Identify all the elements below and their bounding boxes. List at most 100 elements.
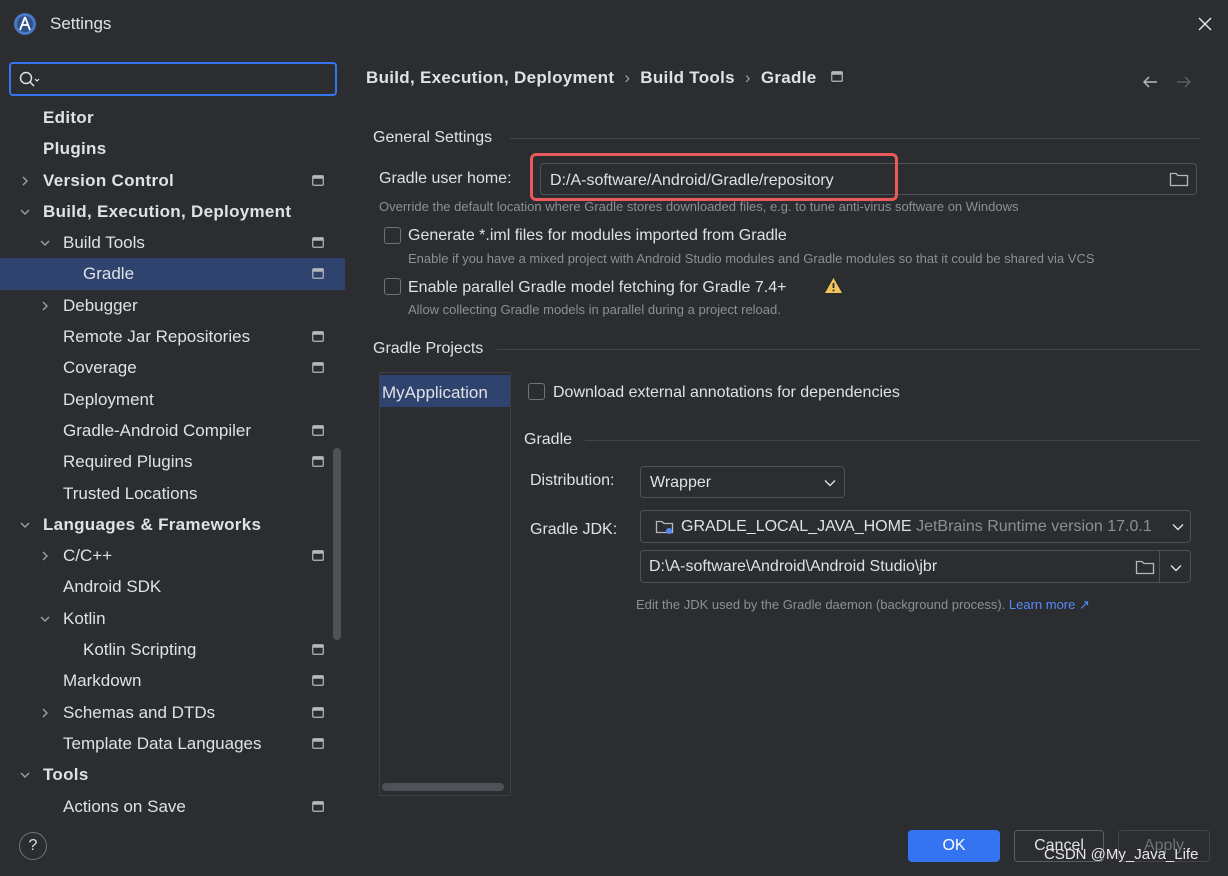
dialog-footer: ? OK Cancel Apply CSDN @My_Java_Life (0, 820, 1228, 876)
sidebar-item-gradle[interactable]: Gradle (0, 258, 345, 290)
sidebar-scrollbar[interactable] (333, 448, 341, 640)
sidebar-item-tools[interactable]: Tools (0, 759, 345, 790)
sidebar-item-schemas-dtds[interactable]: Schemas and DTDs (0, 697, 345, 728)
ok-button[interactable]: OK (908, 830, 1000, 862)
sidebar-item-label: Schemas and DTDs (63, 702, 216, 722)
distribution-label: Distribution: (530, 472, 615, 489)
breadcrumb-item[interactable]: Build Tools (640, 68, 735, 88)
gradle-jdk-dropdown[interactable]: GRADLE_LOCAL_JAVA_HOME JetBrains Runtime… (640, 510, 1191, 543)
help-button[interactable]: ? (19, 832, 47, 860)
close-icon[interactable] (1194, 13, 1216, 35)
section-divider (585, 440, 1200, 441)
chevron-down-icon (1172, 524, 1184, 531)
sidebar-item-label: Editor (43, 108, 94, 127)
gradle-jdk-name: GRADLE_LOCAL_JAVA_HOME (681, 518, 912, 535)
sidebar-item-label: Actions on Save (63, 796, 186, 816)
learn-more-link[interactable]: Learn more ↗ (1009, 597, 1090, 612)
sidebar-item-label: Remote Jar Repositories (63, 327, 251, 347)
settings-tree: Editor Plugins Version Control Build, Ex… (0, 102, 345, 820)
search-input[interactable] (47, 68, 327, 90)
sidebar-item-required-plugins[interactable]: Required Plugins (0, 446, 345, 477)
sidebar-item-editor[interactable]: Editor (0, 102, 345, 133)
sidebar-item-markdown[interactable]: Markdown (0, 665, 345, 696)
sidebar-item-kotlin-scripting[interactable]: Kotlin Scripting (0, 634, 345, 665)
generate-iml-checkbox[interactable] (384, 227, 401, 244)
sidebar-item-label: C/C++ (63, 546, 113, 566)
chevron-right-icon[interactable] (39, 707, 51, 719)
sidebar-item-debugger[interactable]: Debugger (0, 290, 345, 321)
project-item-myapplication[interactable]: MyApplication (380, 375, 510, 407)
field-divider (1159, 551, 1160, 582)
sidebar-item-label: Gradle (83, 264, 135, 284)
download-annotations-checkbox[interactable] (528, 383, 545, 400)
chevron-right-icon[interactable] (19, 175, 31, 187)
sidebar-item-c-cpp[interactable]: C/C++ (0, 540, 345, 571)
watermark: CSDN @My_Java_Life (1044, 846, 1199, 863)
back-arrow-icon[interactable] (1141, 74, 1159, 90)
project-level-icon (312, 706, 324, 718)
sidebar-item-template-data-languages[interactable]: Template Data Languages (0, 728, 345, 759)
sidebar-item-actions-on-save[interactable]: Actions on Save (0, 791, 345, 820)
sidebar-item-build-tools[interactable]: Build Tools (0, 227, 345, 258)
generate-iml-label: Generate *.iml files for modules importe… (408, 227, 787, 244)
section-divider (497, 349, 1200, 350)
jdk-path-field[interactable]: D:\A-software\Android\Android Studio\jbr (640, 550, 1191, 583)
project-level-icon (312, 174, 324, 186)
gradle-user-home-label: Gradle user home: (379, 170, 512, 187)
sidebar-item-label: Tools (43, 765, 89, 785)
settings-sidebar: Editor Plugins Version Control Build, Ex… (0, 50, 345, 820)
folder-icon[interactable] (1135, 559, 1155, 575)
title-bar: Settings (0, 0, 1228, 50)
sidebar-item-kotlin[interactable]: Kotlin (0, 603, 345, 634)
sidebar-item-version-control[interactable]: Version Control (0, 165, 345, 196)
sidebar-item-label: Android SDK (63, 577, 162, 597)
forward-arrow-icon[interactable] (1175, 74, 1193, 90)
project-level-icon (312, 550, 324, 562)
sidebar-item-label: Markdown (63, 671, 142, 691)
sidebar-item-deployment[interactable]: Deployment (0, 384, 345, 415)
sidebar-item-label: Version Control (43, 170, 175, 190)
sidebar-item-android-sdk[interactable]: Android SDK (0, 571, 345, 602)
settings-search[interactable] (9, 62, 337, 96)
android-studio-icon (14, 13, 36, 35)
sidebar-item-label: Build Tools (63, 233, 145, 253)
chevron-down-icon[interactable] (19, 206, 31, 218)
chevron-right-icon[interactable] (39, 300, 51, 312)
sidebar-item-label: Required Plugins (63, 452, 193, 472)
sidebar-item-build-execution-deployment[interactable]: Build, Execution, Deployment (0, 196, 345, 227)
sidebar-item-gradle-android-compiler[interactable]: Gradle-Android Compiler (0, 415, 345, 446)
chevron-down-icon[interactable] (19, 769, 31, 781)
project-level-icon (312, 644, 324, 655)
project-level-icon (312, 331, 324, 342)
project-level-icon (312, 425, 324, 436)
chevron-down-icon[interactable] (19, 519, 31, 531)
folder-icon[interactable] (1169, 171, 1189, 187)
chevron-down-icon[interactable] (39, 613, 51, 625)
distribution-dropdown[interactable]: Wrapper (640, 466, 845, 498)
sidebar-item-label: Deployment (63, 389, 154, 409)
gradle-jdk-detail: JetBrains Runtime version 17.0.1 (916, 518, 1152, 535)
parallel-fetching-checkbox[interactable] (384, 278, 401, 295)
project-item-label: MyApplication (382, 383, 488, 402)
chevron-down-icon[interactable] (1170, 564, 1182, 572)
parallel-fetching-label: Enable parallel Gradle model fetching fo… (408, 279, 787, 296)
project-level-icon (830, 71, 843, 82)
sidebar-item-trusted-locations[interactable]: Trusted Locations (0, 478, 345, 509)
projects-list-scrollbar[interactable] (382, 783, 504, 791)
breadcrumb-item: Gradle (760, 68, 817, 87)
sidebar-item-remote-jar-repositories[interactable]: Remote Jar Repositories (0, 321, 345, 352)
sidebar-item-languages-frameworks[interactable]: Languages & Frameworks (0, 509, 345, 540)
chevron-down-icon[interactable] (39, 237, 51, 249)
breadcrumb-separator: › (744, 68, 751, 87)
project-level-icon (312, 675, 324, 687)
breadcrumb-item[interactable]: Build, Execution, Deployment (366, 68, 614, 88)
sidebar-item-label: Coverage (63, 358, 137, 378)
sidebar-item-plugins[interactable]: Plugins (0, 133, 345, 164)
project-level-icon (312, 738, 324, 749)
gradle-projects-list: MyApplication (379, 372, 511, 796)
generate-iml-hint: Enable if you have a mixed project with … (408, 251, 1095, 266)
gradle-projects-title: Gradle Projects (373, 340, 484, 357)
chevron-right-icon[interactable] (39, 550, 51, 562)
download-annotations-label: Download external annotations for depend… (553, 384, 900, 401)
sidebar-item-coverage[interactable]: Coverage (0, 352, 345, 383)
